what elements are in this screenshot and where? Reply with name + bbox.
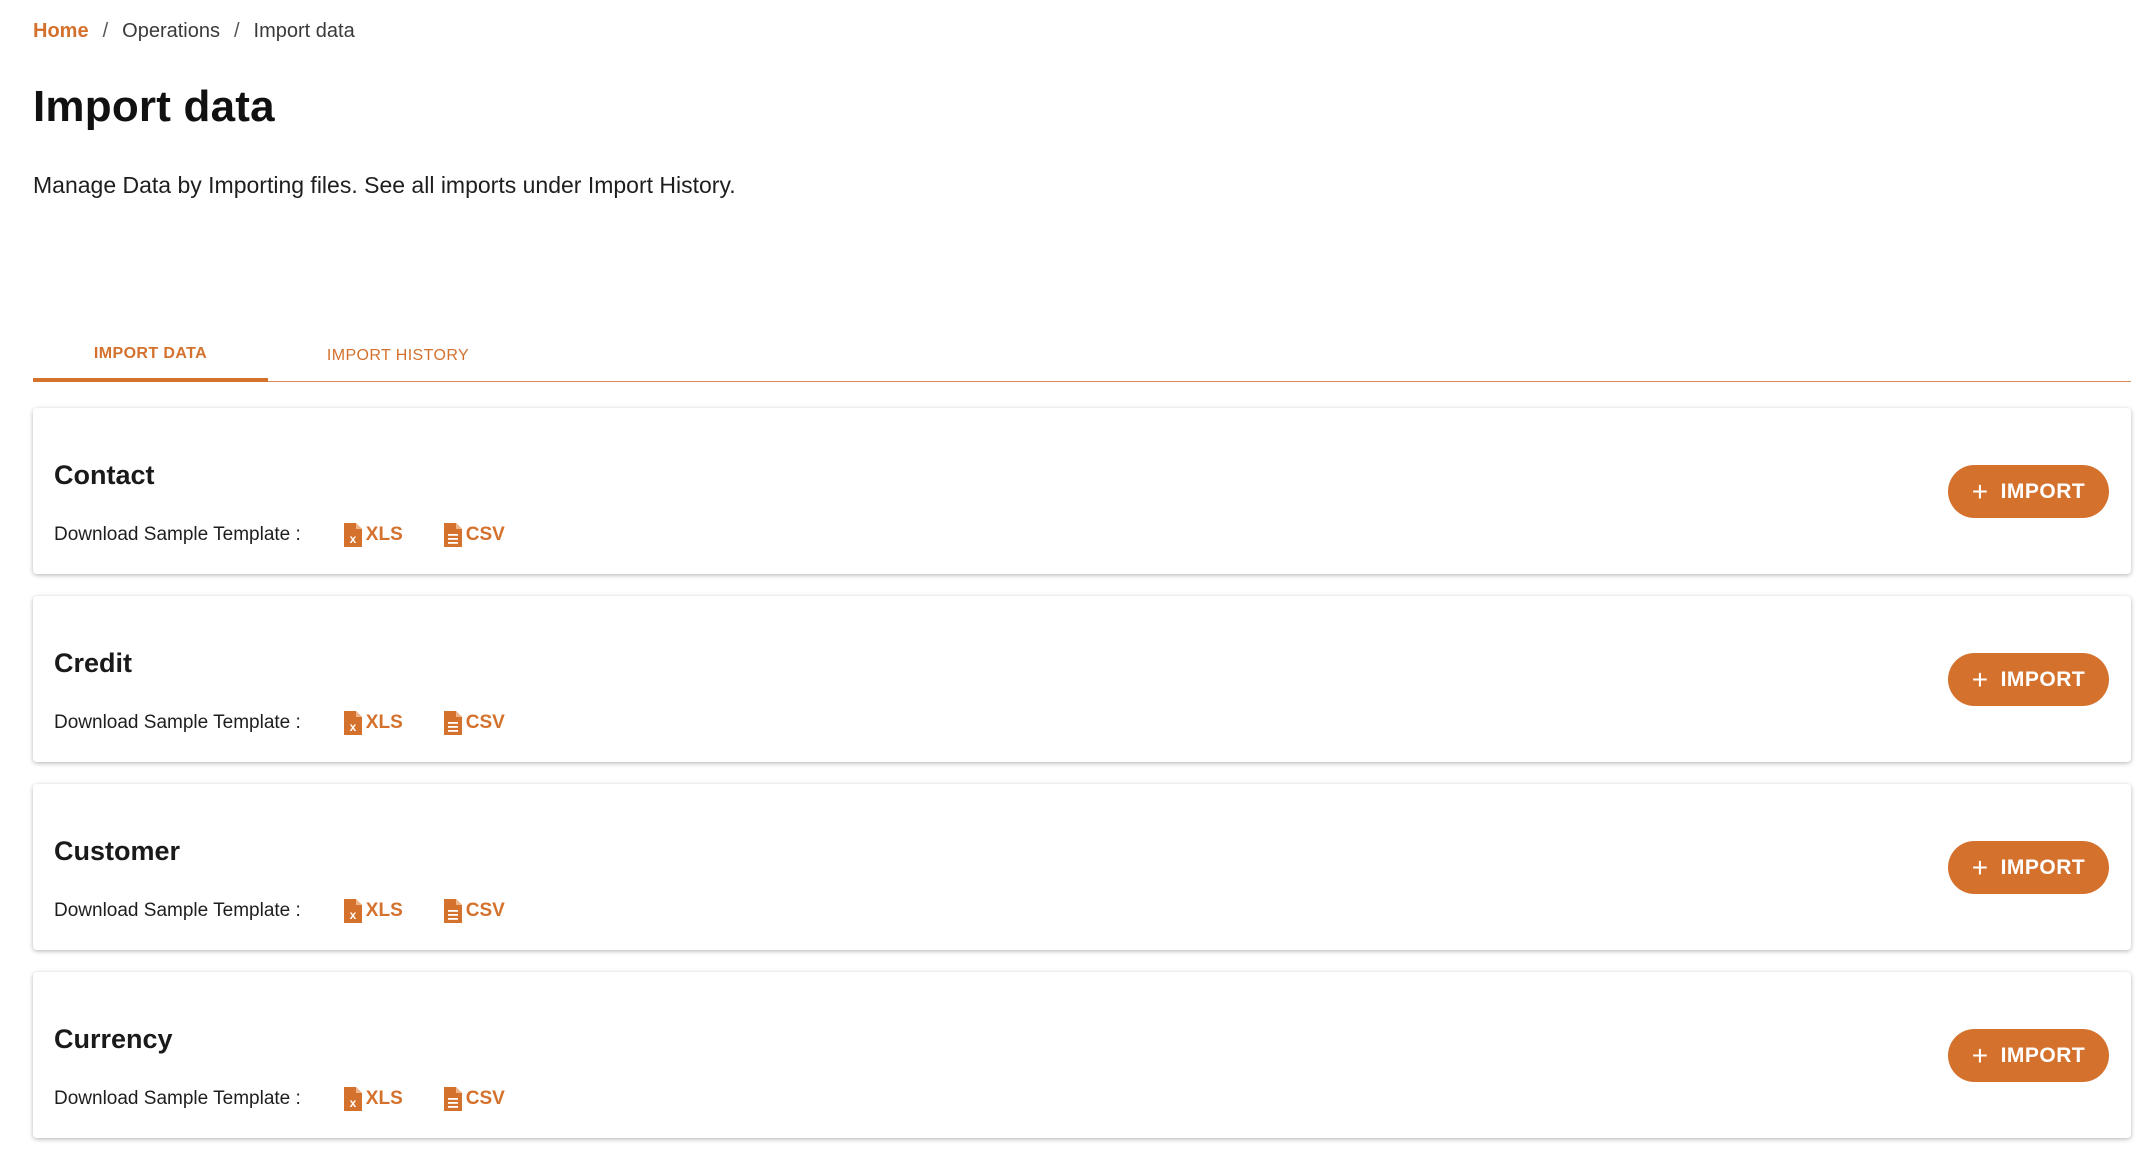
xls-file-icon: x [343, 1087, 362, 1111]
csv-label: CSV [465, 900, 505, 921]
xls-file-icon: x [343, 899, 362, 923]
xls-label: XLS [365, 712, 403, 733]
csv-file-icon [443, 899, 462, 923]
card-title: Currency [54, 1024, 173, 1054]
download-templates: Download Sample Template : x XLS CSV [54, 1086, 545, 1112]
import-data-page: Home / Operations / Import data Import d… [0, 0, 2156, 1150]
svg-text:x: x [349, 532, 356, 546]
import-card-currency: Currency Download Sample Template : x XL… [33, 972, 2131, 1138]
download-xls-link[interactable]: x XLS [343, 522, 403, 548]
plus-icon: + [1971, 475, 1989, 507]
import-card-list: Contact Download Sample Template : x XLS [33, 408, 2131, 1150]
xls-file-icon: x [343, 711, 362, 735]
download-csv-link[interactable]: CSV [443, 1086, 505, 1112]
breadcrumb-separator: / [102, 20, 109, 42]
csv-label: CSV [465, 1088, 505, 1109]
csv-file-icon [443, 523, 462, 547]
download-csv-link[interactable]: CSV [443, 710, 505, 736]
page-title: Import data [33, 82, 275, 131]
breadcrumb-operations-link[interactable]: Operations [122, 20, 220, 43]
import-button-label: IMPORT [2000, 667, 2086, 691]
import-button-contact[interactable]: + IMPORT [1948, 465, 2109, 518]
download-label: Download Sample Template : [54, 524, 301, 545]
download-label: Download Sample Template : [54, 900, 301, 921]
import-button-label: IMPORT [2000, 479, 2086, 503]
download-xls-link[interactable]: x XLS [343, 710, 403, 736]
csv-label: CSV [465, 524, 505, 545]
download-xls-link[interactable]: x XLS [343, 1086, 403, 1112]
csv-file-icon [443, 711, 462, 735]
import-card-credit: Credit Download Sample Template : x XLS [33, 596, 2131, 762]
download-label: Download Sample Template : [54, 1088, 301, 1109]
csv-label: CSV [465, 712, 505, 733]
breadcrumb-separator: / [233, 20, 240, 42]
download-templates: Download Sample Template : x XLS CSV [54, 898, 545, 924]
download-templates: Download Sample Template : x XLS CSV [54, 522, 545, 548]
plus-icon: + [1971, 851, 1989, 883]
svg-text:x: x [349, 1096, 356, 1110]
download-templates: Download Sample Template : x XLS CSV [54, 710, 545, 736]
import-card-customer: Customer Download Sample Template : x XL… [33, 784, 2131, 950]
import-card-contact: Contact Download Sample Template : x XLS [33, 408, 2131, 574]
import-button-credit[interactable]: + IMPORT [1948, 653, 2109, 706]
breadcrumb-current: Import data [253, 20, 355, 42]
card-title: Credit [54, 648, 133, 678]
xls-label: XLS [365, 900, 403, 921]
breadcrumb-home-link[interactable]: Home [33, 20, 89, 43]
download-xls-link[interactable]: x XLS [343, 898, 403, 924]
card-title: Customer [54, 836, 181, 866]
svg-text:x: x [349, 720, 356, 734]
tab-import-data[interactable]: IMPORT DATA [33, 330, 268, 382]
import-button-label: IMPORT [2000, 855, 2086, 879]
svg-text:x: x [349, 908, 356, 922]
xls-label: XLS [365, 1088, 403, 1109]
plus-icon: + [1971, 663, 1989, 695]
breadcrumb: Home / Operations / Import data [33, 20, 355, 43]
download-csv-link[interactable]: CSV [443, 898, 505, 924]
tab-bar: IMPORT DATA IMPORT HISTORY [33, 330, 2131, 382]
import-button-currency[interactable]: + IMPORT [1948, 1029, 2109, 1082]
import-button-label: IMPORT [2000, 1043, 2086, 1067]
page-description: Manage Data by Importing files. See all … [33, 172, 736, 198]
plus-icon: + [1971, 1039, 1989, 1071]
download-label: Download Sample Template : [54, 712, 301, 733]
xls-label: XLS [365, 524, 403, 545]
csv-file-icon [443, 1087, 462, 1111]
import-button-customer[interactable]: + IMPORT [1948, 841, 2109, 894]
download-csv-link[interactable]: CSV [443, 522, 505, 548]
xls-file-icon: x [343, 523, 362, 547]
tab-import-history[interactable]: IMPORT HISTORY [268, 330, 528, 382]
card-title: Contact [54, 460, 155, 490]
